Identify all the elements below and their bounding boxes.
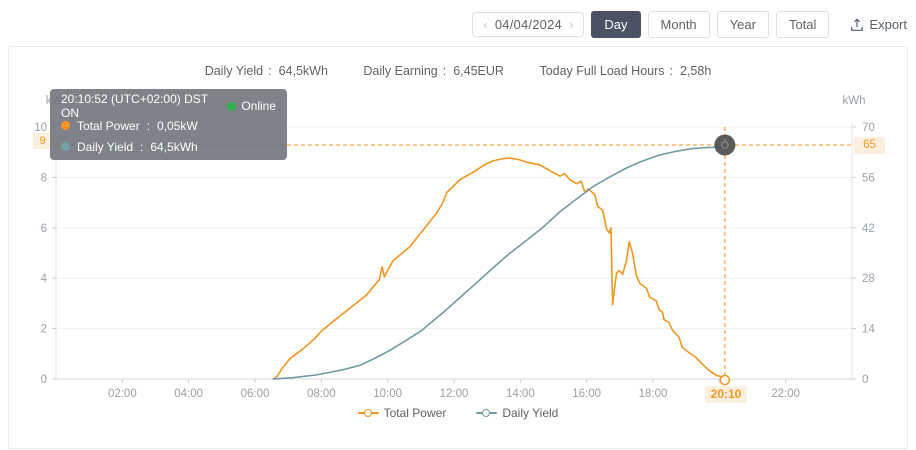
tab-month[interactable]: Month: [648, 11, 710, 38]
tab-total[interactable]: Total: [776, 11, 829, 38]
daily-yield-hover-marker: [714, 135, 735, 156]
stat-label: Daily Yield: [205, 64, 263, 78]
next-date-icon[interactable]: ›: [568, 18, 574, 31]
tab-year[interactable]: Year: [717, 11, 769, 38]
legend-label: Total Power: [384, 406, 447, 420]
tooltip-header: 20:10:52 (UTC+02:00) DST ON Online: [61, 97, 276, 115]
toolbar: ‹ 04/04/2024 › Day Month Year Total Expo…: [472, 11, 907, 38]
axis-pointer-label-right: 65: [854, 137, 885, 154]
left-axis-tick: 4: [41, 273, 48, 285]
tooltip-status: Online: [227, 99, 276, 113]
right-axis-tick: 42: [862, 223, 875, 235]
stats-row: Daily Yield:64,5kWh Daily Earning:6,45EU…: [8, 64, 908, 78]
x-axis-tick: 08:00: [307, 388, 336, 400]
legend-label: Daily Yield: [502, 406, 558, 420]
tooltip-series-name: Daily Yield: [77, 140, 133, 154]
total-power-line: [273, 158, 725, 379]
tooltip-row-total-power: Total Power : 0,05kW: [61, 115, 276, 136]
daily-yield-series-icon: [61, 142, 70, 151]
tooltip-series-value: 64,5kWh: [150, 140, 197, 154]
x-axis-tick: 18:00: [639, 388, 668, 400]
right-axis-tick: 0: [862, 374, 868, 386]
stat-daily-earning: Daily Earning:6,45EUR: [363, 64, 504, 78]
left-axis-tick: 2: [41, 324, 47, 336]
legend-item-daily-yield[interactable]: Daily Yield: [476, 406, 558, 420]
online-status-icon: [227, 102, 236, 111]
right-axis-tick: 14: [862, 324, 875, 336]
stat-label: Daily Earning: [363, 64, 437, 78]
x-axis-tick: 14:00: [506, 388, 535, 400]
x-axis-tick: 10:00: [373, 388, 402, 400]
left-axis-tick: 8: [41, 172, 47, 184]
x-axis-tick: 22:00: [771, 388, 800, 400]
left-axis-tick: 6: [41, 223, 47, 235]
online-status-label: Online: [241, 99, 276, 113]
right-axis-tick: 56: [862, 172, 875, 184]
x-axis-tick: 12:00: [440, 388, 469, 400]
total-power-series-icon: [61, 121, 70, 130]
stat-value: 64,5kWh: [279, 64, 328, 78]
tooltip-series-name: Total Power: [77, 119, 140, 133]
export-label: Export: [869, 17, 907, 32]
date-value[interactable]: 04/04/2024: [495, 17, 562, 32]
tooltip-row-daily-yield: Daily Yield : 64,5kWh: [61, 136, 276, 157]
stat-daily-yield: Daily Yield:64,5kWh: [205, 64, 328, 78]
chart-legend: Total Power Daily Yield: [8, 406, 908, 420]
tooltip-time: 20:10:52 (UTC+02:00) DST ON: [61, 92, 227, 120]
total-power-legend-icon: [358, 408, 379, 418]
left-axis-tick: 0: [41, 374, 47, 386]
x-axis-tick: 04:00: [174, 388, 203, 400]
right-axis-unit: kWh: [843, 95, 866, 107]
daily-yield-line: [273, 147, 725, 379]
stat-value: 2,58h: [680, 64, 711, 78]
stat-label: Today Full Load Hours: [539, 64, 664, 78]
x-axis-tick: 06:00: [241, 388, 270, 400]
x-axis-tick: 16:00: [572, 388, 601, 400]
chart-tooltip: 20:10:52 (UTC+02:00) DST ON Online Total…: [50, 89, 287, 160]
total-power-hover-marker: [720, 375, 729, 384]
date-picker[interactable]: ‹ 04/04/2024 ›: [472, 12, 584, 37]
legend-item-total-power[interactable]: Total Power: [358, 406, 447, 420]
stat-full-load-hours: Today Full Load Hours:2,58h: [539, 64, 711, 78]
right-axis-tick: 28: [862, 273, 875, 285]
export-button[interactable]: Export: [850, 17, 907, 32]
axis-pointer-label-time: 20:10: [705, 386, 747, 403]
export-icon: [850, 18, 864, 32]
tab-day[interactable]: Day: [591, 11, 640, 38]
daily-yield-legend-icon: [476, 408, 497, 418]
prev-date-icon[interactable]: ‹: [482, 18, 488, 31]
stat-value: 6,45EUR: [453, 64, 504, 78]
tooltip-series-value: 0,05kW: [157, 119, 198, 133]
right-axis-tick: 70: [862, 122, 875, 134]
x-axis-tick: 02:00: [108, 388, 137, 400]
